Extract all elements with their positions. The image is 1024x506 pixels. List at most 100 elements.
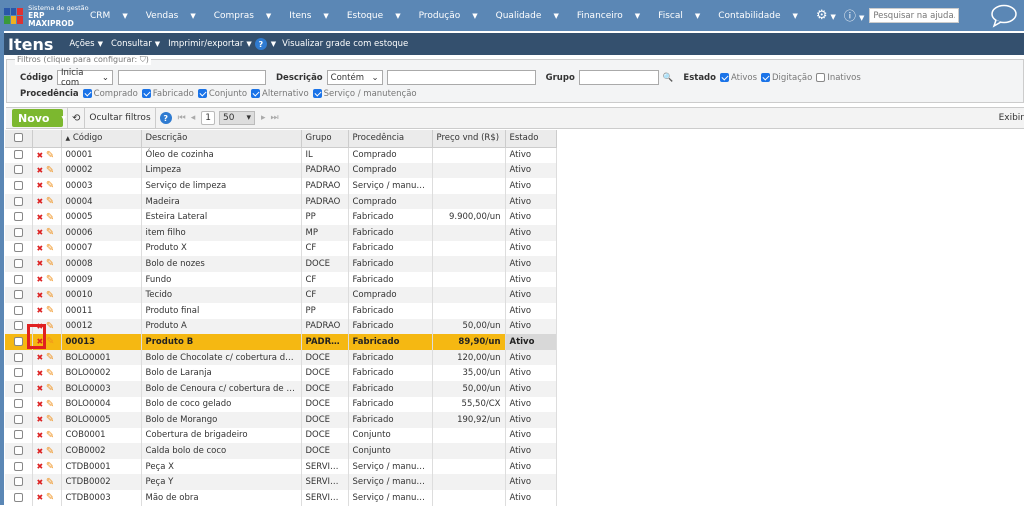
prev-page-icon[interactable]: ◂ bbox=[191, 113, 196, 123]
descricao-operator-select[interactable]: Contém ⌄ bbox=[326, 70, 383, 85]
delete-icon[interactable]: ✖ bbox=[37, 197, 44, 206]
delete-icon[interactable]: ✖ bbox=[37, 151, 44, 160]
nav-contabilidade[interactable]: Contabilidade ▼ bbox=[718, 11, 807, 21]
delete-icon[interactable]: ✖ bbox=[37, 291, 44, 300]
novo-button[interactable]: Novo ▼ bbox=[12, 109, 66, 127]
table-row[interactable]: ✖ ✎ BOLO0003 Bolo de Cenoura c/ cobertura … bbox=[5, 380, 557, 397]
refresh-icon[interactable]: ⟲ bbox=[72, 113, 80, 124]
nav-crm[interactable]: CRM ▼ bbox=[90, 11, 137, 21]
table-row[interactable]: ✖ ✎ 00003 Serviço de limpeza PADRAO Serviço … bbox=[5, 178, 557, 194]
row-checkbox[interactable] bbox=[13, 430, 23, 440]
col-preco[interactable]: Preço vnd (R$) bbox=[432, 130, 506, 148]
delete-icon[interactable]: ✖ bbox=[37, 415, 44, 424]
nav-fiscal[interactable]: Fiscal ▼ bbox=[658, 11, 709, 21]
search-icon[interactable]: 🔍 bbox=[663, 73, 674, 83]
nav-itens[interactable]: Itens ▼ bbox=[289, 11, 338, 21]
row-checkbox[interactable] bbox=[13, 227, 23, 237]
col-descricao[interactable]: Descrição bbox=[141, 130, 302, 148]
edit-icon[interactable]: ✎ bbox=[46, 352, 54, 363]
row-checkbox[interactable] bbox=[13, 274, 23, 284]
row-checkbox[interactable] bbox=[13, 305, 23, 315]
table-row[interactable]: ✖ ✎ 00002 Limpeza PADRAO Comprado Ativo bbox=[5, 162, 557, 179]
help-button[interactable]: ? bbox=[254, 38, 267, 50]
exibir-label[interactable]: Exibir bbox=[999, 113, 1024, 123]
row-checkbox[interactable] bbox=[13, 196, 23, 206]
edit-icon[interactable]: ✎ bbox=[46, 414, 54, 425]
filters-legend[interactable]: Filtros (clique para configurar: ⛉) bbox=[15, 55, 151, 65]
nav-produção[interactable]: Produção ▼ bbox=[419, 11, 487, 21]
edit-icon[interactable]: ✎ bbox=[46, 165, 54, 176]
delete-icon[interactable]: ✖ bbox=[37, 384, 44, 393]
checkbox-alternativo[interactable]: Alternativo bbox=[251, 89, 313, 99]
checkbox-fabricado[interactable]: Fabricado bbox=[141, 89, 198, 99]
nav-compras[interactable]: Compras ▼ bbox=[214, 11, 281, 21]
ocultar-filtros-button[interactable]: Ocultar filtros bbox=[89, 113, 150, 123]
chat-icon[interactable] bbox=[990, 4, 1018, 28]
table-row[interactable]: ✖ ✎ 00006 item filho MP Fabricado Ativo bbox=[5, 224, 557, 241]
table-row[interactable]: ✖ ✎ BOLO0002 Bolo de Laranja DOCE Fabricado 3… bbox=[5, 365, 557, 381]
table-row[interactable]: ✖ ✎ 00010 Tecido CF Comprado Ativo bbox=[5, 287, 557, 303]
row-checkbox[interactable] bbox=[13, 258, 23, 268]
delete-icon[interactable]: ✖ bbox=[37, 228, 44, 237]
delete-icon[interactable]: ✖ bbox=[37, 275, 44, 284]
delete-icon[interactable]: ✖ bbox=[37, 353, 44, 362]
table-row[interactable]: ✖ ✎ 00001 Óleo de cozinha IL Comprado Ativo bbox=[5, 147, 557, 163]
edit-icon[interactable]: ✎ bbox=[46, 399, 54, 410]
nav-qualidade[interactable]: Qualidade ▼ bbox=[496, 11, 568, 21]
edit-icon[interactable]: ✎ bbox=[46, 305, 54, 316]
edit-icon[interactable]: ✎ bbox=[46, 430, 54, 441]
row-checkbox[interactable] bbox=[13, 492, 23, 502]
delete-icon[interactable]: ✖ bbox=[37, 306, 44, 315]
page-input[interactable]: 1 bbox=[201, 111, 216, 125]
help-caret[interactable]: ▼ bbox=[271, 40, 276, 48]
first-page-icon[interactable]: ⏮ bbox=[178, 113, 186, 123]
edit-icon[interactable]: ✎ bbox=[46, 492, 54, 503]
delete-icon[interactable]: ✖ bbox=[37, 166, 44, 175]
table-row[interactable]: ✖ ✎ 00011 Produto final PP Fabricado Ativo bbox=[5, 302, 557, 319]
delete-icon[interactable]: ✖ bbox=[37, 478, 44, 487]
row-checkbox[interactable] bbox=[13, 414, 23, 424]
table-row[interactable]: ✖ ✎ 00009 Fundo CF Fabricado Ativo bbox=[5, 271, 557, 288]
menu-imprimir[interactable]: Imprimir/exportar ▼ bbox=[168, 39, 252, 49]
table-row[interactable]: ✖ ✎ BOLO0004 Bolo de coco gelado DOCE Fabric… bbox=[5, 396, 557, 413]
help-search-input[interactable] bbox=[869, 8, 960, 23]
edit-icon[interactable]: ✎ bbox=[46, 274, 54, 285]
row-checkbox[interactable] bbox=[13, 165, 23, 175]
edit-icon[interactable]: ✎ bbox=[46, 461, 54, 472]
delete-icon[interactable]: ✖ bbox=[37, 244, 44, 253]
checkbox-comprado[interactable]: Comprado bbox=[82, 89, 142, 99]
row-checkbox[interactable] bbox=[13, 150, 23, 160]
nav-financeiro[interactable]: Financeiro ▼ bbox=[577, 11, 649, 21]
visualizar-grade-link[interactable]: Visualizar grade com estoque bbox=[282, 39, 408, 49]
delete-icon[interactable]: ✖ bbox=[37, 369, 44, 378]
descricao-input[interactable] bbox=[386, 70, 536, 85]
delete-icon[interactable]: ✖ bbox=[37, 462, 44, 471]
row-checkbox[interactable] bbox=[13, 368, 23, 378]
edit-icon[interactable]: ✎ bbox=[46, 243, 54, 254]
row-checkbox[interactable] bbox=[13, 477, 23, 487]
row-checkbox[interactable] bbox=[13, 290, 23, 300]
delete-icon[interactable]: ✖ bbox=[37, 493, 44, 502]
edit-icon[interactable]: ✎ bbox=[46, 336, 54, 347]
edit-icon[interactable]: ✎ bbox=[46, 446, 54, 457]
table-row[interactable]: ✖ ✎ 00008 Bolo de nozes DOCE Fabricado Ativo bbox=[5, 256, 557, 272]
row-checkbox[interactable] bbox=[13, 212, 23, 222]
edit-icon[interactable]: ✎ bbox=[46, 212, 54, 223]
row-checkbox[interactable] bbox=[13, 446, 23, 456]
checkbox-serviço-manutenção[interactable]: Serviço / manutenção bbox=[312, 89, 421, 99]
checkbox-conjunto[interactable]: Conjunto bbox=[197, 89, 251, 99]
col-codigo[interactable]: ▲ Código bbox=[61, 130, 142, 148]
checkbox-digitação[interactable]: Digitação bbox=[761, 72, 816, 83]
row-checkbox[interactable] bbox=[13, 383, 23, 393]
help-icon[interactable]: ⓘ ▼ bbox=[844, 7, 869, 24]
delete-icon[interactable]: ✖ bbox=[37, 181, 44, 190]
row-checkbox[interactable] bbox=[13, 321, 23, 331]
nav-vendas[interactable]: Vendas ▼ bbox=[146, 11, 205, 21]
col-grupo[interactable]: Grupo bbox=[301, 130, 349, 148]
table-row[interactable]: ✖ ✎ BOLO0001 Bolo de Chocolate c/ cobertur… bbox=[5, 349, 557, 366]
logo[interactable]: Sistema de gestão ERP MAXIPROD bbox=[4, 4, 90, 28]
table-row[interactable]: ✖ ✎ 00013 Produto B PADRAO Fabricado 89,90/un… bbox=[5, 334, 557, 350]
table-row[interactable]: ✖ ✎ 00004 Madeira PADRAO Comprado Ativo bbox=[5, 193, 557, 210]
table-row[interactable]: ✖ ✎ CTDB0002 Peça Y SERVIC... Serviço / manu… bbox=[5, 474, 557, 491]
edit-icon[interactable]: ✎ bbox=[46, 368, 54, 379]
